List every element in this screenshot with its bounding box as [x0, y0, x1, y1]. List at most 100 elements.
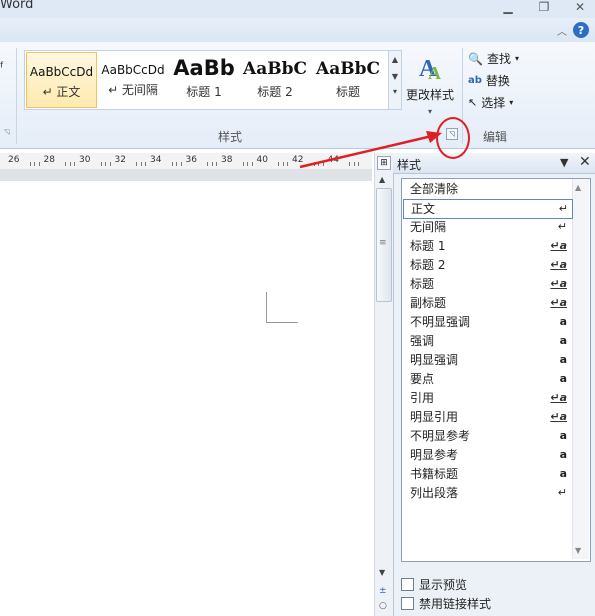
style-name: 标题 2: [410, 258, 446, 272]
ruler-tick: [109, 162, 111, 166]
binoculars-icon: 🔍: [468, 51, 483, 66]
scroll-down-icon[interactable]: ▼: [379, 568, 385, 577]
ruler-tick: [251, 162, 253, 166]
style-name: 不明显参考: [410, 429, 471, 443]
previous-page-icon[interactable]: ±: [379, 586, 387, 596]
close-button[interactable]: ✕: [569, 0, 591, 14]
scroll-down-icon[interactable]: ▼: [389, 72, 401, 81]
svg-text:A: A: [428, 63, 441, 82]
pane-options-icon[interactable]: ▼: [560, 156, 568, 169]
disable-linked-styles-label: 禁用链接样式: [419, 597, 492, 611]
scroll-up-icon[interactable]: ▲: [575, 183, 581, 192]
styles-list-scrollbar[interactable]: [572, 179, 589, 559]
group-separator: [16, 48, 17, 144]
gallery-more-icon[interactable]: ▾: [389, 87, 401, 96]
style-type-icon: ↵: [557, 486, 567, 499]
show-preview-option[interactable]: 显示预览: [401, 576, 467, 593]
style-list-item[interactable]: 要点 a: [403, 370, 571, 388]
editing-group-label: 编辑: [482, 130, 507, 144]
checkbox[interactable]: [401, 578, 414, 591]
style-name: 标题 1: [410, 239, 446, 253]
style-tile-title[interactable]: AaBbC 标题: [313, 51, 383, 109]
style-list-item[interactable]: 不明显参考 a: [403, 427, 571, 445]
ruler-tick: [38, 162, 40, 166]
restore-button[interactable]: ❐: [533, 0, 555, 14]
close-icon[interactable]: ✕: [579, 154, 591, 170]
ruler-tick: [171, 162, 173, 166]
ruler-tick: [69, 162, 71, 166]
scroll-up-icon[interactable]: ▲: [389, 55, 401, 64]
style-list-item[interactable]: 明显强调 a: [403, 351, 571, 369]
style-name: 引用: [410, 391, 435, 405]
style-name: 明显引用: [410, 410, 459, 424]
style-list-item[interactable]: 书籍标题 a: [403, 465, 571, 483]
ruler-number: 28: [43, 155, 55, 165]
style-tile-normal[interactable]: AaBbCcDd ↵ 正文: [26, 52, 97, 108]
minimize-button[interactable]: ▁: [497, 0, 519, 14]
ruler-tick: [180, 162, 182, 166]
style-list-item[interactable]: 正文 ↵: [403, 199, 573, 219]
style-list-item[interactable]: 不明显强调 a: [403, 313, 571, 331]
ruler-tick: [176, 162, 177, 166]
select-label: 选择: [481, 96, 506, 110]
style-name: 列出段落: [410, 486, 459, 500]
style-list-item[interactable]: 强调 a: [403, 332, 571, 350]
quick-styles-gallery: AaBbCcDd ↵ 正文 AaBbCcDd ↵ 无间隔 AaBb 标题 1 A…: [24, 50, 392, 110]
style-list-item[interactable]: 无间隔 ↵: [403, 218, 571, 236]
style-sample: AaBbC: [243, 59, 307, 79]
style-tile-no-spacing[interactable]: AaBbCcDd ↵ 无间隔: [97, 51, 169, 109]
gallery-scroll[interactable]: ▲ ▼ ▾: [388, 50, 402, 110]
style-type-icon: ↵a: [550, 391, 567, 404]
font-group-launcher-icon[interactable]: ◹: [4, 128, 14, 138]
ruler-tick: [140, 162, 142, 166]
style-sample: AaBbCcDd: [29, 65, 94, 79]
style-tile-heading1[interactable]: AaBb 标题 1: [171, 51, 237, 109]
style-list-item[interactable]: 列出段落 ↵: [403, 484, 571, 502]
margin-corner-mark: [266, 292, 267, 323]
select-button[interactable]: ↖ 选择 ▾: [468, 94, 513, 111]
ruler-tick: [216, 162, 217, 166]
style-type-icon: ↵a: [550, 296, 567, 309]
style-list-item[interactable]: 副标题 ↵a: [403, 294, 571, 312]
style-list-item[interactable]: 引用 ↵a: [403, 389, 571, 407]
clipboard-icon[interactable]: ᶠ: [0, 60, 4, 76]
style-sample: AaBbC: [316, 59, 380, 79]
style-list-item[interactable]: 标题 ↵a: [403, 275, 571, 293]
replace-button[interactable]: ab 替换: [468, 72, 510, 89]
style-label: ↵ 无间隔: [108, 83, 158, 97]
checkbox[interactable]: [401, 597, 414, 610]
show-preview-label: 显示预览: [419, 578, 468, 592]
help-icon[interactable]: ?: [573, 22, 589, 38]
style-type-icon: ↵a: [550, 239, 567, 252]
style-list-item[interactable]: 标题 2 ↵a: [403, 256, 571, 274]
ruler-tick: [207, 162, 208, 166]
dropdown-arrow-icon: ▾: [427, 107, 432, 116]
scroll-up-icon[interactable]: ▲: [379, 175, 385, 184]
disable-linked-styles-option[interactable]: 禁用链接样式: [401, 595, 491, 612]
find-button[interactable]: 🔍 查找 ▾: [468, 50, 519, 67]
style-tile-heading2[interactable]: AaBbC 标题 2: [239, 51, 311, 109]
collapse-ribbon-icon[interactable]: ︿: [557, 23, 567, 38]
style-list-item[interactable]: 标题 1 ↵a: [403, 237, 571, 255]
change-styles-button[interactable]: A A 更改样式 ▾: [402, 52, 458, 117]
style-list-item[interactable]: 明显引用 ↵a: [403, 408, 571, 426]
replace-icon: ab: [468, 75, 482, 86]
ruler-tick: [29, 162, 31, 166]
browse-object-icon[interactable]: ○: [379, 601, 387, 611]
document-page[interactable]: [0, 181, 372, 616]
ruler-tick: [247, 162, 248, 166]
thumb-grip-icon: ≡: [379, 238, 387, 248]
scroll-down-icon[interactable]: ▼: [575, 546, 581, 555]
style-name: 无间隔: [410, 220, 447, 234]
style-type-icon: a: [559, 334, 567, 347]
ruler-number: 34: [150, 155, 162, 165]
style-type-icon: a: [559, 448, 567, 461]
style-list-item[interactable]: 全部清除: [403, 180, 571, 198]
style-list-item[interactable]: 明显参考 a: [403, 446, 571, 464]
style-name: 书籍标题: [410, 467, 459, 481]
annotation-arrow: [299, 131, 442, 169]
replace-label: 替换: [485, 74, 510, 88]
change-styles-icon: A A: [413, 52, 447, 83]
ruler-tick: [34, 162, 35, 166]
window-title: Word: [0, 0, 34, 12]
